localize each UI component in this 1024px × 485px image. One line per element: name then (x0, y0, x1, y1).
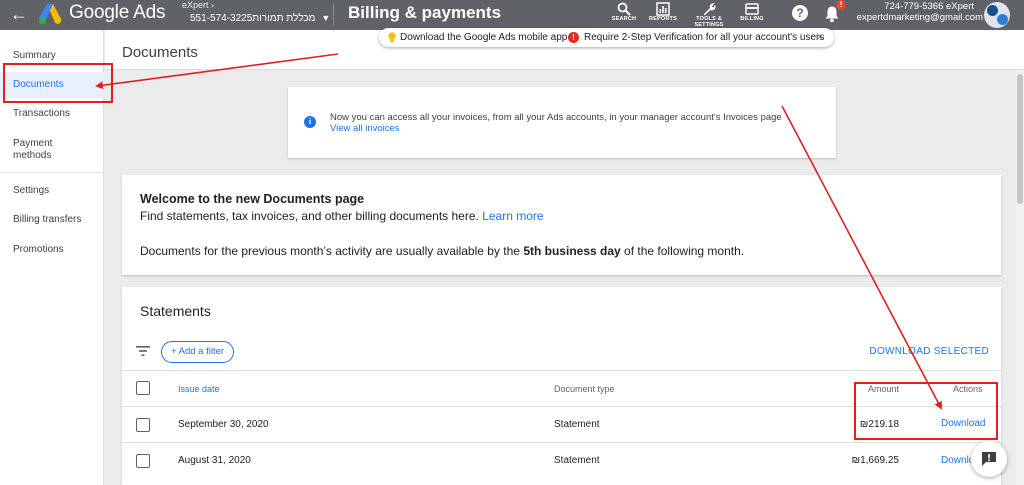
sidebar-item-promotions[interactable]: Promotions (13, 244, 64, 256)
table-header-row: Issue date Document type Amount Actions (122, 370, 1001, 406)
download-link[interactable]: Download (941, 418, 985, 430)
sidebar-item-documents[interactable]: Documents (13, 79, 64, 91)
download-selected-button[interactable]: DOWNLOAD SELECTED (869, 346, 989, 358)
row-checkbox[interactable] (136, 418, 150, 432)
sidebar: Summary Documents Transactions Payment m… (0, 30, 104, 485)
feedback-button[interactable] (971, 441, 1007, 477)
sidebar-item-payment-methods[interactable]: Payment methods (13, 138, 73, 162)
sidebar-divider (0, 172, 104, 173)
billing-icon (745, 3, 759, 15)
search-tool-label: SEARCH (611, 16, 637, 22)
statements-title: Statements (140, 303, 211, 319)
info-icon: i (304, 116, 316, 128)
main-title: Documents (122, 44, 198, 61)
help-icon[interactable]: ? (792, 5, 808, 21)
account-selector[interactable]: מכללת תמורות551-574-3225 ▼ (182, 11, 330, 26)
invoices-info-card: i Now you can access all your invoices, … (288, 87, 836, 158)
filter-icon[interactable] (136, 345, 150, 357)
document-type-cell: Statement (554, 419, 600, 430)
learn-more-link[interactable]: Learn more (482, 209, 543, 223)
availability-note-bold: 5th business day (523, 244, 621, 258)
divider (333, 4, 334, 26)
search-icon (617, 2, 631, 16)
amount-cell: ₪1,669.25 (851, 455, 899, 466)
lightbulb-icon (388, 32, 396, 43)
welcome-card: Welcome to the new Documents page Find s… (122, 175, 1001, 275)
availability-note-end: of the following month. (624, 244, 745, 258)
column-header-amount[interactable]: Amount (842, 383, 899, 395)
column-header-issue-date[interactable]: Issue date (178, 383, 220, 395)
availability-note-start: Documents for the previous month’s activ… (140, 244, 520, 258)
tools-settings-tool-label: TOOLS & SETTINGS (694, 16, 724, 28)
sidebar-item-settings[interactable]: Settings (13, 185, 49, 197)
welcome-description: Find statements, tax invoices, and other… (140, 209, 544, 224)
welcome-title: Welcome to the new Documents page (140, 192, 365, 206)
user-account-id: 724-779-5366 eXpert (884, 1, 974, 12)
scrollbar-thumb[interactable] (1017, 74, 1023, 204)
statements-card: Statements + Add a filter DOWNLOAD SELEC… (122, 287, 1001, 485)
select-all-checkbox[interactable] (136, 381, 150, 395)
notification-badge: ! (836, 0, 846, 10)
notification-bar: Download the Google Ads mobile app ! Req… (379, 28, 834, 47)
sidebar-item-summary[interactable]: Summary (13, 50, 56, 62)
availability-note: Documents for the previous month’s activ… (140, 244, 744, 259)
view-all-invoices-link[interactable]: View all invoices (330, 123, 400, 134)
info-message: Now you can access all your invoices, fr… (330, 112, 782, 123)
sidebar-item-transactions[interactable]: Transactions (13, 108, 70, 120)
sidebar-item-billing-transfers[interactable]: Billing transfers (13, 214, 81, 226)
account-name: מכללת תמורות (252, 13, 316, 24)
top-app-bar: ← Google Ads eXpert › מכללת תמורות551-57… (0, 0, 1024, 30)
row-checkbox[interactable] (136, 454, 150, 468)
page-title: Billing & payments (348, 3, 502, 22)
user-email: expertdmarketing@gmail.com (856, 12, 983, 23)
welcome-description-text: Find statements, tax invoices, and other… (140, 209, 479, 223)
reports-icon (656, 2, 670, 16)
search-tool-button[interactable]: SEARCH (606, 0, 642, 30)
back-arrow-icon[interactable]: ← (10, 4, 28, 24)
amount-cell: ₪219.18 (859, 419, 899, 430)
mobile-app-message[interactable]: Download the Google Ads mobile app (400, 28, 567, 47)
close-icon[interactable]: × (817, 28, 823, 47)
wrench-icon (704, 3, 716, 16)
account-manager-label[interactable]: eXpert › (182, 0, 214, 11)
billing-tool-label: BILLING (740, 16, 764, 22)
document-type-cell: Statement (554, 455, 600, 466)
column-header-actions: Actions (953, 384, 983, 394)
table-row: August 31, 2020 Statement ₪1,669.25 Down… (122, 442, 1001, 478)
app-name: Google Ads (69, 2, 166, 23)
chat-icon (982, 452, 996, 466)
issue-date-cell: August 31, 2020 (178, 455, 251, 466)
two-step-message[interactable]: Require 2-Step Verification for all your… (584, 28, 824, 47)
table-row: September 30, 2020 Statement ₪219.18 Dow… (122, 406, 1001, 442)
avatar[interactable] (984, 2, 1010, 28)
reports-tool-button[interactable]: REPORTS (645, 0, 681, 30)
google-ads-logo-icon[interactable] (38, 3, 62, 25)
alert-icon: ! (568, 32, 579, 43)
issue-date-cell: September 30, 2020 (178, 419, 269, 430)
billing-tool-button[interactable]: BILLING (734, 0, 770, 30)
account-number: 551-574-3225 (190, 13, 253, 24)
column-header-document-type[interactable]: Document type (554, 383, 615, 395)
reports-tool-label: REPORTS (649, 16, 677, 22)
add-filter-button[interactable]: + Add a filter (161, 341, 234, 363)
caret-down-icon: ▼ (321, 13, 331, 23)
tools-settings-tool-button[interactable]: TOOLS & SETTINGS (691, 0, 727, 30)
